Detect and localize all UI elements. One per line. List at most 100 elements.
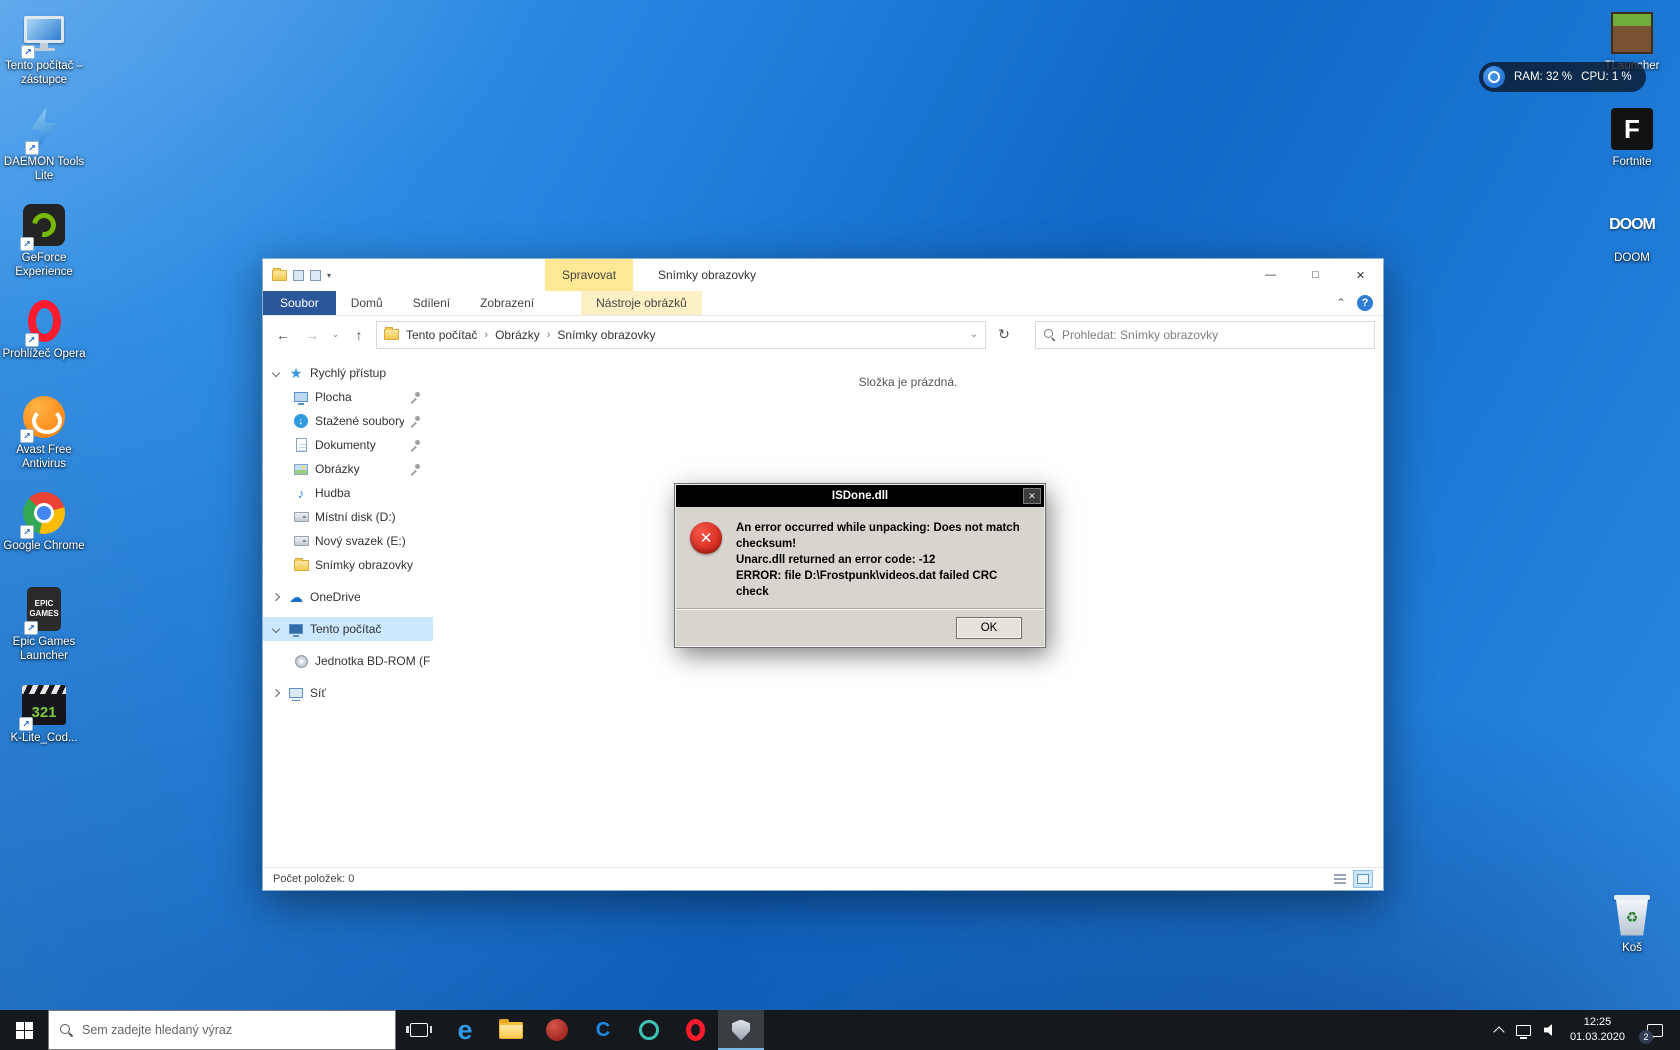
- qat-properties-icon[interactable]: [293, 270, 304, 281]
- maximize-button[interactable]: □: [1293, 259, 1338, 291]
- computer-icon: [288, 621, 304, 637]
- sidebar-item-hudba[interactable]: ♪ Hudba: [263, 481, 433, 505]
- computer-shortcut-icon: ↗: [24, 9, 64, 57]
- desktop-icon-doom[interactable]: DOOM DOOM: [1588, 198, 1676, 294]
- tab-zobrazeni[interactable]: Zobrazení: [465, 291, 549, 315]
- qat-new-folder-icon[interactable]: [310, 270, 321, 281]
- sidebar-item-stazene-soubory[interactable]: ↑ Stažené soubory: [263, 409, 433, 433]
- documents-icon: [293, 437, 309, 453]
- desktop-icon-chrome[interactable]: ↗ Google Chrome: [0, 486, 88, 582]
- taskbar-icon-c-app[interactable]: C: [580, 1010, 626, 1050]
- recent-locations-dropdown-icon[interactable]: ⌄: [329, 329, 342, 340]
- empty-folder-text: Složka je prázdná.: [433, 375, 1383, 389]
- desktop-icon-label: Avast Free Antivirus: [1, 444, 87, 472]
- desktop-icon-recycle-bin[interactable]: ♻ Koš: [1588, 888, 1676, 984]
- explorer-app-icon: [272, 270, 287, 281]
- thumbnails-view-button[interactable]: [1353, 870, 1373, 888]
- ribbon-collapse-icon[interactable]: ⌃: [1336, 296, 1346, 310]
- expand-chevron-icon[interactable]: [271, 624, 282, 635]
- expand-chevron-icon[interactable]: [271, 688, 282, 699]
- ring-app-icon: [639, 1020, 659, 1040]
- error-line-1: An error occurred while unpacking: Does …: [736, 520, 1030, 552]
- desktop-icon-klite[interactable]: 321 ↗ K-Lite_Cod...: [0, 678, 88, 774]
- taskbar-icon-edge[interactable]: e: [442, 1010, 488, 1050]
- task-view-button[interactable]: [396, 1010, 442, 1050]
- sidebar-item-mistni-disk-d[interactable]: Místní disk (D:): [263, 505, 433, 529]
- sidebar-item-snimky-obrazovky[interactable]: Snímky obrazovky: [263, 553, 433, 577]
- up-button[interactable]: ↑: [347, 327, 371, 343]
- breadcrumb[interactable]: Tento počítač › Obrázky › Snímky obrazov…: [376, 321, 986, 349]
- refresh-button[interactable]: ↻: [991, 326, 1017, 343]
- downloads-icon: ↑: [293, 413, 309, 429]
- search-input[interactable]: Prohledat: Snímky obrazovky: [1035, 321, 1375, 349]
- sidebar-item-sit[interactable]: Síť: [263, 681, 433, 705]
- desktop-icon-fortnite[interactable]: F Fortnite: [1588, 102, 1676, 198]
- taskbar-icon-active-installer[interactable]: [718, 1010, 764, 1050]
- desktop-icon-geforce-experience[interactable]: ↗ GeForce Experience: [0, 198, 88, 294]
- music-icon: ♪: [293, 485, 309, 501]
- ok-button[interactable]: OK: [956, 617, 1022, 639]
- sidebar-item-novy-svazek-e[interactable]: Nový svazek (E:): [263, 529, 433, 553]
- breadcrumb-tento-pocitac[interactable]: Tento počítač: [406, 328, 477, 342]
- desktop-icon-epic-games[interactable]: EPIC GAMES ↗ Epic Games Launcher: [0, 582, 88, 678]
- desktop-icon-daemon-tools[interactable]: ↗ DAEMON Tools Lite: [0, 102, 88, 198]
- help-icon[interactable]: ?: [1357, 295, 1373, 311]
- expand-chevron-icon[interactable]: [271, 368, 282, 379]
- close-button[interactable]: ✕: [1338, 259, 1383, 291]
- taskbar-clock[interactable]: 12:25 01.03.2020: [1570, 1015, 1625, 1045]
- taskbar-icon-opera[interactable]: [672, 1010, 718, 1050]
- shortcut-arrow-icon: ↗: [24, 621, 38, 635]
- pin-icon: [410, 464, 421, 475]
- tab-soubor[interactable]: Soubor: [263, 291, 336, 315]
- taskbar-icon-explorer[interactable]: [488, 1010, 534, 1050]
- shortcut-arrow-icon: ↗: [20, 237, 34, 251]
- tray-expand-chevron-icon[interactable]: [1493, 1026, 1504, 1037]
- desktop-icon-avast[interactable]: ↗ Avast Free Antivirus: [0, 390, 88, 486]
- ram-usage-text: RAM: 32 %: [1514, 71, 1572, 83]
- taskbar-icon-ring-app[interactable]: [626, 1010, 672, 1050]
- shortcut-arrow-icon: ↗: [20, 525, 34, 539]
- klite-clapperboard-icon: 321 ↗: [22, 681, 66, 729]
- sidebar-item-dokumenty[interactable]: Dokumenty: [263, 433, 433, 457]
- daemon-tools-icon: ↗: [28, 105, 60, 153]
- expand-chevron-icon[interactable]: [271, 592, 282, 603]
- forward-button[interactable]: →: [300, 327, 324, 343]
- sidebar-item-onedrive[interactable]: ☁ OneDrive: [263, 585, 433, 609]
- back-button[interactable]: ←: [271, 327, 295, 343]
- desktop-icon-label: DOOM: [1614, 252, 1650, 266]
- sidebar-item-jednotka-bd-rom[interactable]: Jednotka BD-ROM (F: [263, 649, 433, 673]
- network-icon[interactable]: [1516, 1025, 1531, 1036]
- sidebar-item-obrazky[interactable]: Obrázky: [263, 457, 433, 481]
- dialog-close-button[interactable]: ✕: [1023, 488, 1041, 504]
- desktop-icon-label: Koš: [1622, 942, 1642, 956]
- tab-sdileni[interactable]: Sdílení: [398, 291, 465, 315]
- sidebar-item-rychly-pristup[interactable]: ★ Rychlý přístup: [263, 361, 433, 385]
- status-bar: Počet položek: 0: [263, 867, 1383, 890]
- performance-overlay-widget[interactable]: RAM: 32 % CPU: 1 %: [1479, 62, 1646, 92]
- tab-nastroje-obrazku[interactable]: Nástroje obrázků: [581, 291, 702, 315]
- breadcrumb-obrazky[interactable]: Obrázky: [495, 328, 540, 342]
- explorer-titlebar: ▾ Spravovat Snímky obrazovky — □ ✕: [263, 259, 1383, 291]
- error-message: An error occurred while unpacking: Does …: [736, 520, 1030, 600]
- action-center-button[interactable]: 2: [1638, 1010, 1672, 1050]
- sidebar-item-plocha[interactable]: Plocha: [263, 385, 433, 409]
- task-view-icon: [410, 1023, 428, 1037]
- qat-customize-dropdown-icon[interactable]: ▾: [327, 271, 331, 280]
- contextual-group-spravovat[interactable]: Spravovat: [545, 259, 633, 291]
- speaker-icon[interactable]: [1544, 1024, 1557, 1037]
- desktop-icon-tento-pocitac-zastupce[interactable]: ↗ Tento počítač – zástupce: [0, 6, 88, 102]
- address-dropdown-icon[interactable]: ⌄: [970, 329, 978, 340]
- system-tray: 12:25 01.03.2020 2: [1495, 1010, 1680, 1050]
- taskbar-search-input[interactable]: Sem zadejte hledaný výraz: [48, 1010, 396, 1050]
- details-view-button[interactable]: [1330, 870, 1350, 888]
- tab-domu[interactable]: Domů: [336, 291, 398, 315]
- sidebar-item-tento-pocitac[interactable]: Tento počítač: [263, 617, 433, 641]
- performance-widget-icon: [1483, 66, 1505, 88]
- breadcrumb-snimky-obrazovky[interactable]: Snímky obrazovky: [557, 328, 655, 342]
- start-button[interactable]: [0, 1010, 48, 1050]
- fortnite-icon: F: [1611, 105, 1653, 153]
- desktop-icon-opera[interactable]: ↗ Prohlížeč Opera: [0, 294, 88, 390]
- taskbar-icon-game-red[interactable]: [534, 1010, 580, 1050]
- minimize-button[interactable]: —: [1248, 259, 1293, 291]
- windows-logo-icon: [16, 1022, 33, 1039]
